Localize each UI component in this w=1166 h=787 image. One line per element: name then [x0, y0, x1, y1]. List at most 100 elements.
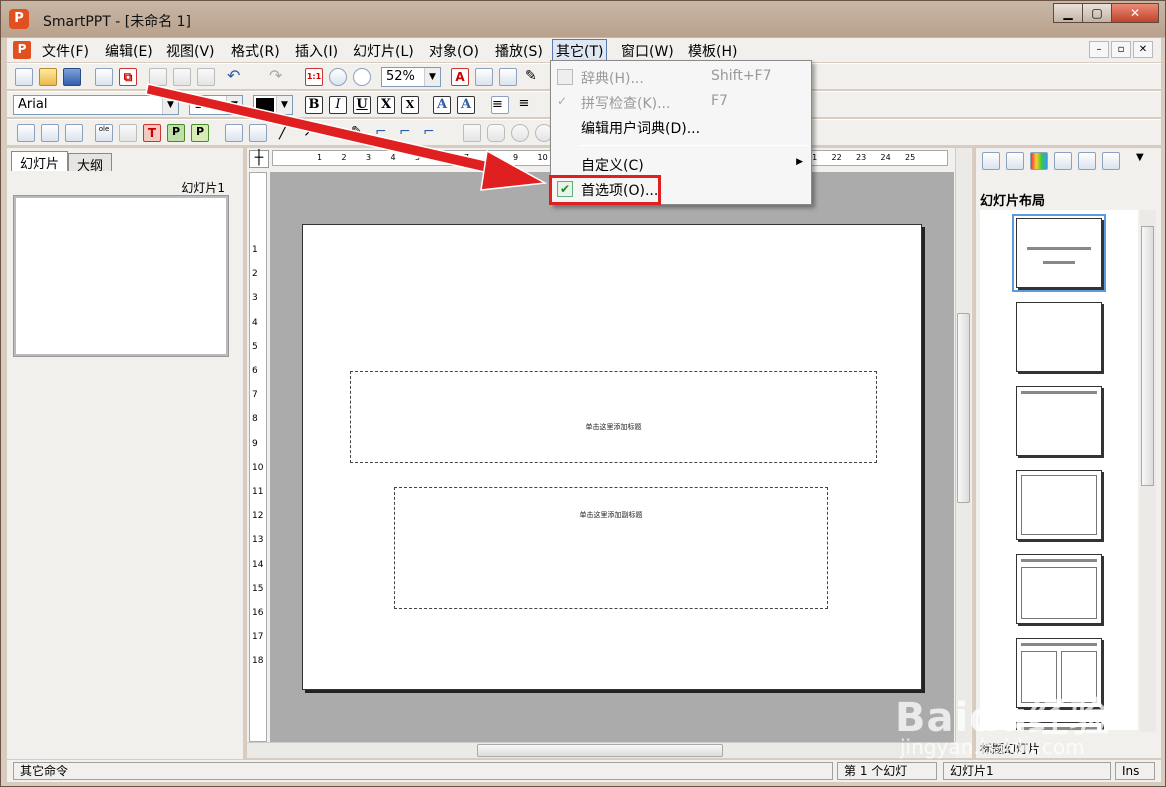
font-family-select[interactable]: Arial ▼ [13, 95, 179, 115]
line-tool-icon[interactable]: ╱ [279, 124, 297, 142]
horizontal-scrollbar[interactable] [247, 742, 955, 758]
rounded-rect-tool-icon[interactable] [487, 124, 505, 142]
menu-format[interactable]: 格式(R) [228, 41, 283, 61]
redo-icon[interactable]: ↷ [269, 68, 287, 86]
panel-layout-icon[interactable] [982, 152, 1000, 170]
align-center-icon[interactable]: ≡ [515, 96, 533, 114]
font-size-select[interactable]: 18 ▼ [189, 95, 243, 115]
rectangle-tool-icon[interactable] [463, 124, 481, 142]
ruler-v-tick: 1 [252, 245, 258, 255]
menu-item-spellcheck[interactable]: ✓ 拼写检查(K)... F7 [551, 90, 811, 114]
pdf-icon[interactable]: ⧉ [119, 68, 137, 86]
open-icon[interactable] [39, 68, 57, 86]
layout-scrollbar[interactable] [1140, 210, 1156, 732]
vertical-ruler[interactable]: 1 2 3 4 5 6 7 8 9 10 11 12 13 14 15 16 17 18 [249, 172, 267, 742]
doc-restore-button[interactable]: ▫ [1111, 41, 1131, 58]
ruler-v-tick: 2 [252, 269, 258, 280]
tab-outline[interactable]: 大纲 [68, 153, 113, 174]
close-button[interactable]: ✕ [1111, 3, 1159, 23]
chart-placeholder-icon[interactable] [119, 124, 137, 142]
tab-slides[interactable]: 幻灯片 [11, 151, 69, 172]
title-placeholder[interactable]: 单击这里添加标题 [350, 371, 877, 463]
panel-color-icon[interactable] [1030, 152, 1048, 170]
image-icon[interactable] [65, 124, 83, 142]
menu-object[interactable]: 对象(O) [426, 41, 482, 61]
save-icon[interactable] [63, 68, 81, 86]
panel-design-icon[interactable] [1006, 152, 1024, 170]
minimize-button[interactable]: ▁ [1053, 3, 1083, 23]
document-icon: P [13, 41, 31, 59]
text-color-a-icon[interactable]: A [451, 68, 469, 86]
doc-close-button[interactable]: ✕ [1133, 41, 1153, 58]
menu-template[interactable]: 模板(H) [685, 41, 740, 61]
italic-icon[interactable]: I [329, 96, 347, 114]
superscript-icon[interactable]: X [401, 96, 419, 114]
undo-icon[interactable]: ↶ [227, 68, 245, 86]
menu-item-dictionary[interactable]: 辞典(H)... Shift+F7 [551, 65, 811, 89]
ellipse-tool-icon[interactable] [511, 124, 529, 142]
horizontal-scroll-thumb[interactable] [477, 744, 723, 757]
menu-slide[interactable]: 幻灯片(L) [350, 41, 417, 61]
ruler-origin-button[interactable]: ┼ [249, 150, 269, 168]
p-outline-icon[interactable]: P [191, 124, 209, 142]
print-icon[interactable] [95, 68, 113, 86]
menu-file[interactable]: 文件(F) [39, 41, 92, 61]
panel-objects-icon[interactable] [1102, 152, 1120, 170]
slide-page[interactable]: 单击这里添加标题 单击这里添加副标题 [302, 224, 922, 690]
font-color-select[interactable]: ▼ [253, 95, 293, 115]
pen-tool-icon[interactable]: ✎ [351, 124, 369, 142]
panel-menu-chevron-icon[interactable]: ▼ [1136, 152, 1154, 170]
bold-icon[interactable]: B [305, 96, 323, 114]
p-box-icon[interactable]: P [167, 124, 185, 142]
menu-edit[interactable]: 编辑(E) [102, 41, 156, 61]
increase-font-icon[interactable]: A [433, 96, 451, 114]
copy-icon[interactable] [173, 68, 191, 86]
layout-content[interactable] [1016, 470, 1102, 540]
strikethrough-icon[interactable]: X [377, 96, 395, 114]
insert-list-icon[interactable] [499, 68, 517, 86]
magnifier-icon[interactable] [353, 68, 371, 86]
slide-thumbnail[interactable] [13, 195, 229, 357]
menu-play[interactable]: 播放(S) [492, 41, 546, 61]
table-grid-icon[interactable] [41, 124, 59, 142]
layout-scroll-thumb[interactable] [1141, 226, 1154, 486]
menu-item-edit-user-dictionary[interactable]: 编辑用户词典(D)... [551, 115, 811, 139]
panel-transition-icon[interactable] [1078, 152, 1096, 170]
zoom-tool-icon[interactable] [329, 68, 347, 86]
ole-object-icon[interactable]: ole [95, 124, 113, 142]
zoom-select[interactable]: 52% ▼ [381, 67, 441, 87]
menu-insert[interactable]: 插入(I) [292, 41, 341, 61]
subtitle-placeholder[interactable]: 单击这里添加副标题 [394, 487, 828, 609]
align-left-icon[interactable]: ≡ [491, 96, 509, 114]
panel-animation-icon[interactable] [1054, 152, 1072, 170]
layout-title-only[interactable] [1016, 386, 1102, 456]
vertical-scrollbar[interactable] [955, 148, 971, 742]
menu-window[interactable]: 窗口(W) [618, 41, 677, 61]
underline-icon[interactable]: U [353, 96, 371, 114]
paste-icon[interactable] [197, 68, 215, 86]
frame-icon[interactable] [225, 124, 243, 142]
actual-size-icon[interactable]: 1:1 [305, 68, 323, 86]
ruler-h-tick: 24 [880, 153, 891, 162]
media-icon[interactable] [249, 124, 267, 142]
maximize-button[interactable]: ▢ [1082, 3, 1112, 23]
layout-icon-1[interactable] [17, 124, 35, 142]
connector-2-icon[interactable]: ⌐ [399, 124, 417, 142]
menu-view[interactable]: 视图(V) [163, 41, 218, 61]
new-icon[interactable] [15, 68, 33, 86]
connector-3-icon[interactable]: ⌐ [423, 124, 441, 142]
format-brush-icon[interactable]: ✎ [525, 68, 543, 86]
layout-title-content[interactable] [1016, 554, 1102, 624]
insert-table-icon[interactable] [475, 68, 493, 86]
decrease-font-icon[interactable]: A [457, 96, 475, 114]
layout-title-slide[interactable] [1012, 214, 1106, 292]
arrow-tool-icon[interactable]: ↗ [303, 124, 321, 142]
title-text-icon[interactable]: T [143, 124, 161, 142]
menu-item-customize[interactable]: 自定义(C) ▶ [551, 152, 811, 176]
cut-icon[interactable] [149, 68, 167, 86]
vertical-scroll-thumb[interactable] [957, 313, 970, 503]
connector-1-icon[interactable]: ⌐ [375, 124, 393, 142]
double-arrow-tool-icon[interactable]: ⤢ [327, 124, 345, 142]
doc-minimize-button[interactable]: – [1089, 41, 1109, 58]
layout-blank[interactable] [1016, 302, 1102, 372]
